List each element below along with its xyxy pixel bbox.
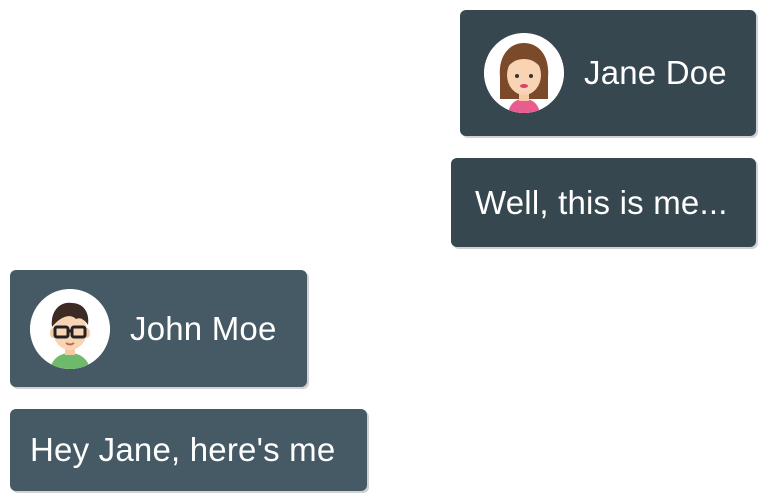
sender-name-jane: Jane Doe — [584, 54, 727, 91]
message-bubble-john: Hey Jane, here's me — [10, 409, 367, 491]
sender-header-john: John Moe — [10, 270, 307, 387]
chat-conversation: Jane Doe Well, this is me... John Moe He… — [0, 0, 768, 502]
message-text-john: Hey Jane, here's me — [30, 431, 336, 468]
female-avatar-icon — [484, 33, 564, 113]
sender-header-jane: Jane Doe — [460, 10, 756, 136]
male-avatar-glasses-icon — [30, 288, 110, 369]
message-text-jane: Well, this is me... — [475, 183, 728, 221]
sender-name-john: John Moe — [130, 309, 277, 347]
message-bubble-jane: Well, this is me... — [451, 158, 756, 247]
